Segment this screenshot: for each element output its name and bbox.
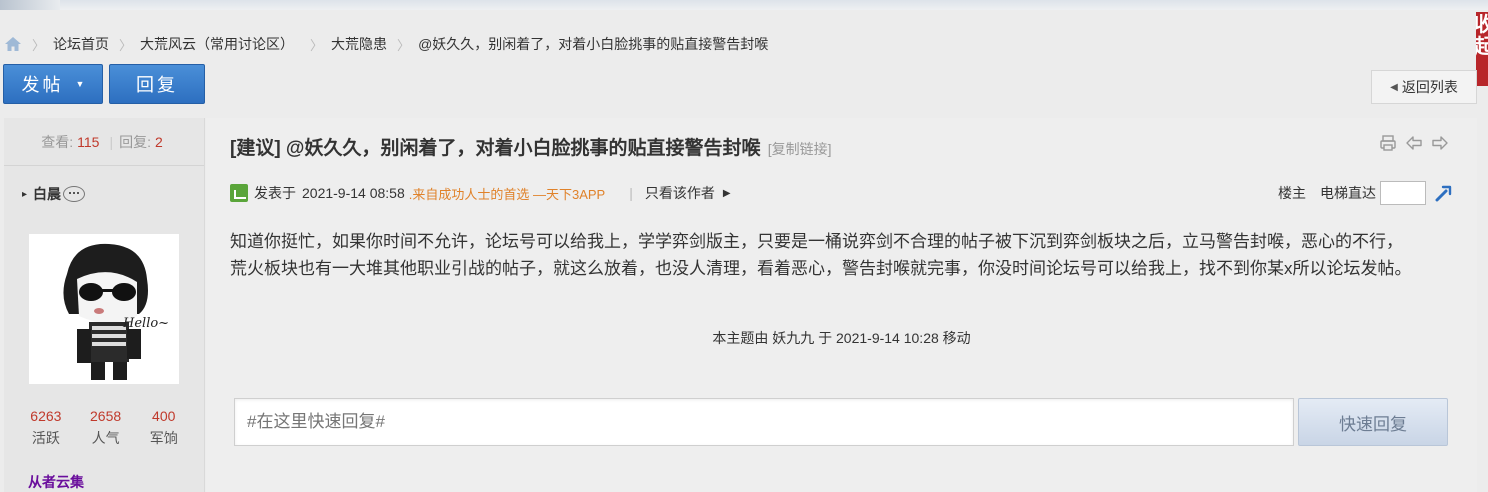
breadcrumb-separator: 〉 xyxy=(119,37,133,53)
emoticon-icon xyxy=(63,186,86,202)
triangle-left-icon: ◀ xyxy=(1390,81,1398,93)
jump-floor-input[interactable] xyxy=(1380,181,1426,205)
back-to-list-button[interactable]: ◀ 返回列表 xyxy=(1371,70,1477,104)
user-group[interactable]: 从者云集 xyxy=(28,472,84,492)
back-to-list-label: 返回列表 xyxy=(1401,79,1458,95)
quick-reply-input[interactable] xyxy=(234,398,1294,446)
replies-label: 回复: xyxy=(119,133,151,150)
post-content-line: 荒火板块也有一大堆其他职业引战的帖子，就这么放着，也没人清理，看着恶心，警告封喉… xyxy=(230,259,1412,278)
posted-time: 2021-9-14 08:58 xyxy=(302,185,405,201)
breadcrumb-link-forum-home[interactable]: 论坛首页 xyxy=(53,34,109,54)
stat-pay[interactable]: 400 军饷 xyxy=(150,408,178,448)
stat-popularity-label: 人气 xyxy=(91,430,120,446)
author-name-row: ▸ 白晨 xyxy=(22,184,86,204)
avatar-caption: Hello~ xyxy=(122,316,169,331)
replies-count: 2 xyxy=(154,133,163,150)
post-main: [建议] @妖久久，别闲着了，对着小白脸挑事的贴直接警告封喉 [复制链接] 发表… xyxy=(206,118,1477,492)
breadcrumb-link-section[interactable]: 大荒风云（常用讨论区） xyxy=(140,34,294,54)
post-content-line: 知道你挺忙，如果你时间不允许，论坛号可以给我上，学学弈剑版主，只要是一桶说弈剑不… xyxy=(230,232,1403,251)
post-content: 知道你挺忙，如果你时间不允许，论坛号可以给我上，学学弈剑版主，只要是一桶说弈剑不… xyxy=(230,228,1460,282)
only-author-link[interactable]: 只看该作者 xyxy=(645,183,715,203)
collapse-side-tab[interactable]: 收 起 xyxy=(1476,12,1488,86)
jump-go-icon[interactable] xyxy=(1434,184,1452,202)
stat-activity-label: 活跃 xyxy=(31,430,60,446)
next-thread-icon[interactable] xyxy=(1431,134,1449,152)
breadcrumb-separator: 〉 xyxy=(310,37,324,53)
side-tab-char-1: 收 xyxy=(1476,14,1488,36)
stat-popularity-value: 2658 xyxy=(90,408,122,424)
stats-divider: | xyxy=(109,133,114,150)
views-count: 115 xyxy=(77,133,100,150)
copy-link-button[interactable]: [复制链接] xyxy=(768,141,832,157)
print-icon[interactable] xyxy=(1379,134,1397,152)
stat-activity[interactable]: 6263 活跃 xyxy=(30,408,61,448)
author-online-icon xyxy=(230,184,248,202)
posted-prefix: 发表于 xyxy=(254,185,296,201)
reply-button[interactable]: 回复 xyxy=(109,64,205,104)
floor-label: 楼主 xyxy=(1278,185,1306,201)
new-post-label: 发帖 xyxy=(21,75,64,95)
triangle-right-icon: ▶ xyxy=(722,187,731,199)
chevron-down-icon: ▼ xyxy=(75,79,85,89)
moved-note: 本主题由 妖九九 于 2021-9-14 10:28 移动 xyxy=(712,330,971,346)
online-status-icon: ▸ xyxy=(22,188,28,200)
stat-pay-label: 军饷 xyxy=(149,430,178,446)
post-source-link[interactable]: .来自成功人士的首选 —天下3APP xyxy=(409,184,605,203)
meta-divider: | xyxy=(629,185,633,201)
home-icon[interactable] xyxy=(4,36,22,52)
breadcrumb-link-thread[interactable]: @妖久久，别闲着了，对着小白脸挑事的贴直接警告封喉 xyxy=(418,34,768,54)
author-name[interactable]: 白晨 xyxy=(33,184,61,204)
stat-popularity[interactable]: 2658 人气 xyxy=(90,408,121,448)
side-tab-char-2: 起 xyxy=(1476,36,1488,58)
breadcrumb-separator: 〉 xyxy=(397,37,411,53)
views-label: 查看: xyxy=(41,133,74,150)
breadcrumb-link-board[interactable]: 大荒隐患 xyxy=(331,34,387,54)
post-title: [建议] @妖久久，别闲着了，对着小白脸挑事的贴直接警告封喉 xyxy=(230,138,761,159)
floor-tools: 楼主 电梯直达 xyxy=(1278,181,1452,205)
thread-stats: 查看: 115 | 回复: 2 xyxy=(4,118,204,166)
post-meta: 发表于 2021-9-14 08:58 .来自成功人士的首选 —天下3APP |… xyxy=(230,181,1452,205)
quick-reply-button[interactable]: 快速回复 xyxy=(1298,398,1448,446)
banner-art xyxy=(0,0,60,10)
author-stats: 6263 活跃 2658 人气 400 军饷 xyxy=(4,408,204,448)
previous-thread-icon[interactable] xyxy=(1405,134,1423,152)
jump-label: 电梯直达 xyxy=(1320,185,1376,201)
new-post-button[interactable]: 发帖 ▼ xyxy=(3,64,103,104)
stat-activity-value: 6263 xyxy=(30,408,62,424)
top-banner-strip xyxy=(0,0,1488,10)
post-tools xyxy=(1379,134,1449,152)
avatar[interactable]: Hello~ xyxy=(29,234,179,384)
stat-pay-value: 400 xyxy=(152,408,176,424)
post-title-row: [建议] @妖久久，别闲着了，对着小白脸挑事的贴直接警告封喉 [复制链接] xyxy=(230,133,832,160)
author-sidebar: 查看: 115 | 回复: 2 ▸ 白晨 Hello~ 6263 活跃 2658… xyxy=(4,118,205,492)
breadcrumb: 〉 论坛首页 〉 大荒风云（常用讨论区） 〉 大荒隐患 〉 @妖久久，别闲着了，… xyxy=(4,34,768,54)
breadcrumb-separator: 〉 xyxy=(32,37,46,53)
reply-label: 回复 xyxy=(136,75,178,95)
